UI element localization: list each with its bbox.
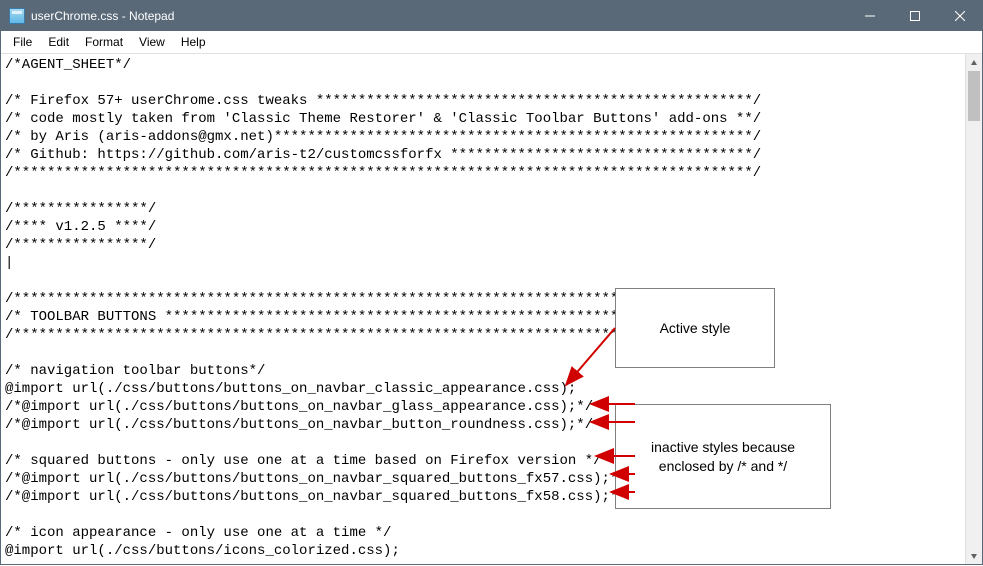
titlebar: userChrome.css - Notepad — [1, 1, 982, 31]
menu-file[interactable]: File — [5, 32, 40, 52]
menu-edit[interactable]: Edit — [40, 32, 77, 52]
callout-inactive-styles: inactive styles because enclosed by /* a… — [615, 404, 831, 509]
notepad-icon — [9, 8, 25, 24]
content-area: /*AGENT_SHEET*/ /* Firefox 57+ userChrom… — [1, 54, 982, 564]
menu-help[interactable]: Help — [173, 32, 214, 52]
scroll-track[interactable] — [966, 71, 982, 547]
menubar: File Edit Format View Help — [1, 31, 982, 54]
scroll-thumb[interactable] — [968, 71, 980, 121]
callout-active-style: Active style — [615, 288, 775, 368]
scroll-down-button[interactable] — [966, 547, 982, 564]
callout-text: Active style — [660, 319, 731, 337]
window-controls — [847, 1, 982, 31]
close-button[interactable] — [937, 1, 982, 31]
window-title: userChrome.css - Notepad — [31, 9, 847, 23]
callout-text: inactive styles because enclosed by /* a… — [638, 438, 808, 474]
menu-view[interactable]: View — [131, 32, 173, 52]
scroll-up-button[interactable] — [966, 54, 982, 71]
menu-format[interactable]: Format — [77, 32, 131, 52]
vertical-scrollbar[interactable] — [965, 54, 982, 564]
maximize-button[interactable] — [892, 1, 937, 31]
minimize-button[interactable] — [847, 1, 892, 31]
